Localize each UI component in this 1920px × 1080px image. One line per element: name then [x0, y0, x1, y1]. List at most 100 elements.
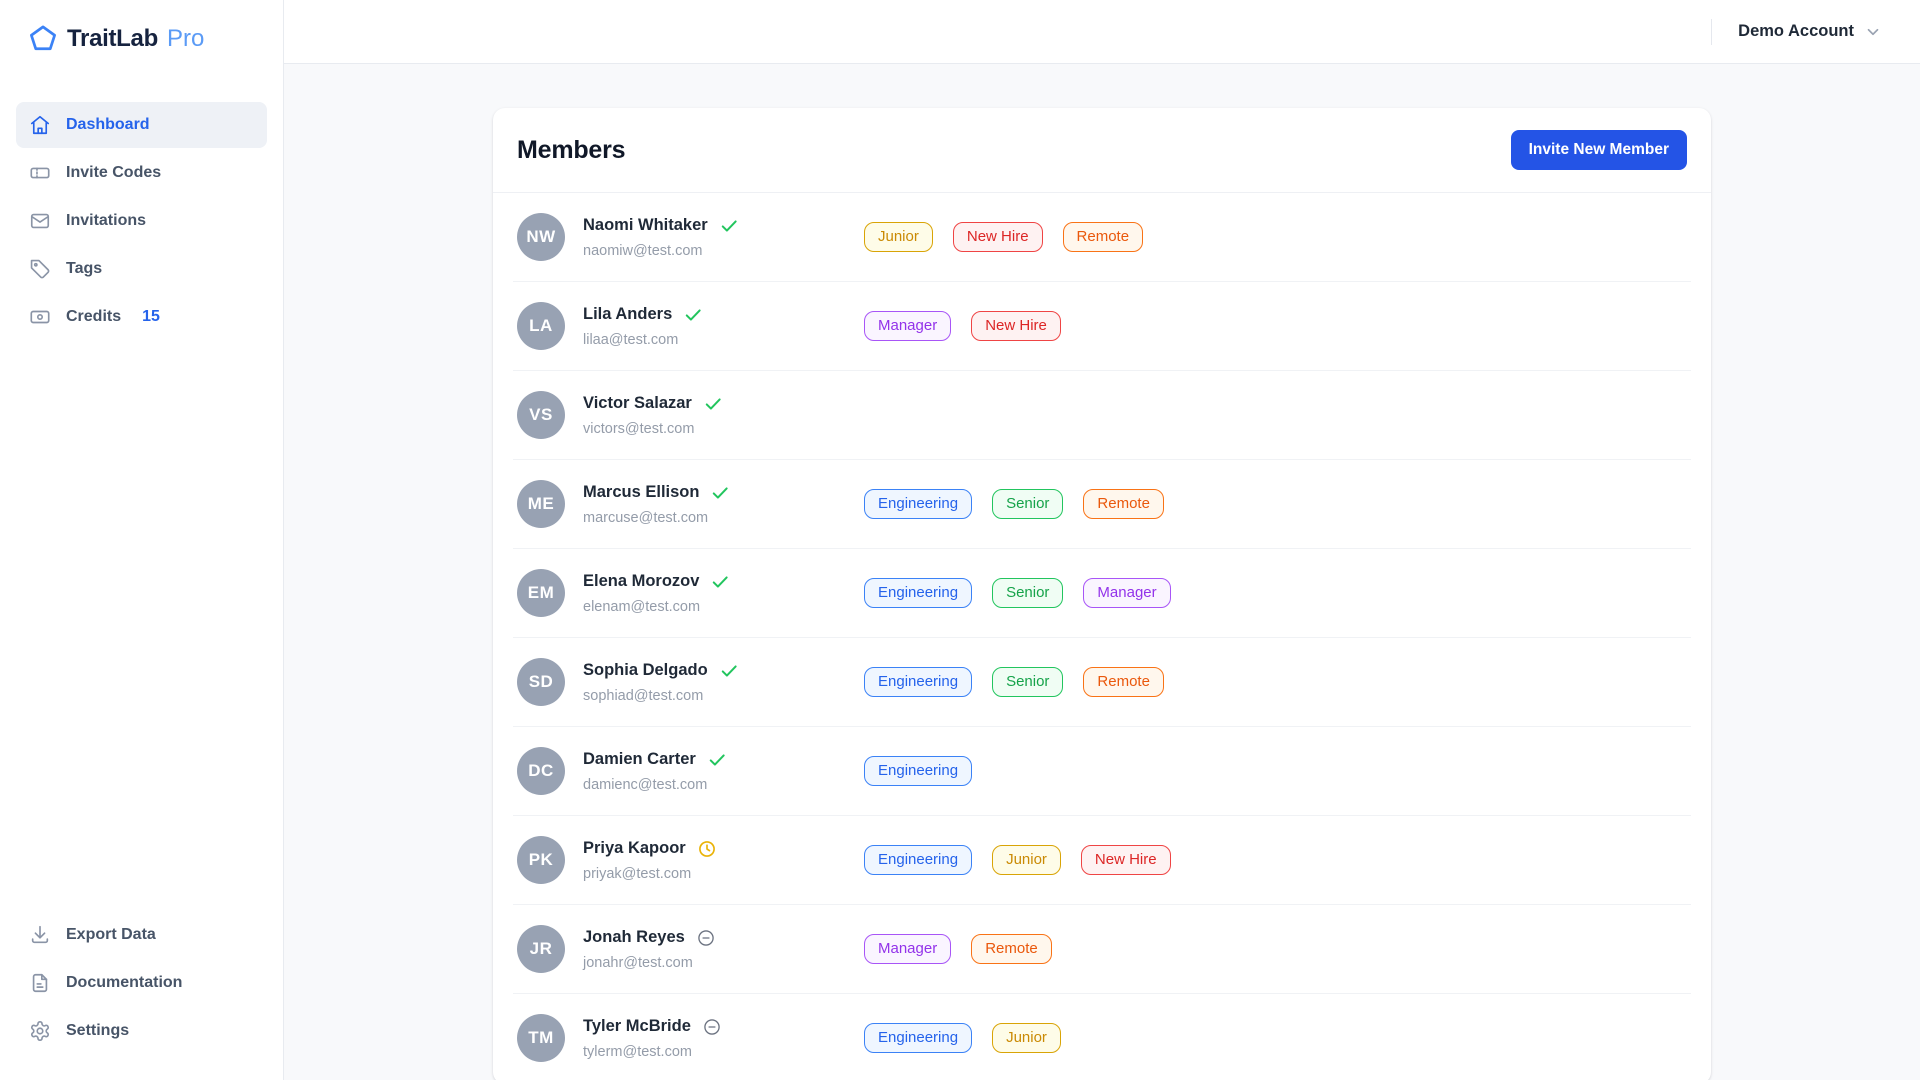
sidebar-item-invitations[interactable]: Invitations — [16, 198, 267, 244]
sidebar-item-invite-codes[interactable]: Invite Codes — [16, 150, 267, 196]
member-email: victors@test.com — [583, 421, 864, 437]
sidebar-item-label: Invite Codes — [66, 164, 161, 182]
member-email: sophiad@test.com — [583, 688, 864, 704]
sidebar-item-export-data[interactable]: Export Data — [16, 912, 267, 958]
avatar: TM — [517, 1014, 565, 1062]
avatar: EM — [517, 569, 565, 617]
topbar-divider — [1711, 19, 1712, 45]
member-name: Priya Kapoor — [583, 839, 686, 858]
sidebar-footer-nav: Export Data Documentation Settings — [0, 912, 283, 1080]
tag-badge-engineering: Engineering — [864, 845, 972, 876]
sidebar-item-label: Export Data — [66, 926, 156, 944]
member-row: MEMarcus Ellisonmarcuse@test.comEngineer… — [513, 459, 1691, 548]
member-row: SDSophia Delgadosophiad@test.comEngineer… — [513, 637, 1691, 726]
avatar: JR — [517, 925, 565, 973]
tag-badge-new-hire: New Hire — [971, 311, 1061, 342]
status-check-icon — [703, 394, 723, 414]
member-tags: EngineeringJuniorNew Hire — [864, 845, 1171, 876]
member-tags: EngineeringJunior — [864, 1023, 1061, 1054]
chevron-down-icon — [1864, 23, 1882, 41]
brand-suffix: Pro — [167, 25, 204, 53]
pentagon-logo-icon — [28, 24, 58, 54]
brand-name: TraitLab — [67, 25, 158, 53]
ticket-icon — [29, 162, 51, 184]
avatar: SD — [517, 658, 565, 706]
member-tags: Engineering — [864, 756, 972, 787]
avatar: PK — [517, 836, 565, 884]
tag-badge-senior: Senior — [992, 489, 1063, 520]
member-name: Victor Salazar — [583, 394, 692, 413]
member-list: NWNaomi Whitakernaomiw@test.comJuniorNew… — [493, 193, 1711, 1080]
member-email: naomiw@test.com — [583, 243, 864, 259]
member-email: lilaa@test.com — [583, 332, 864, 348]
invite-new-member-button[interactable]: Invite New Member — [1511, 130, 1687, 170]
tag-badge-manager: Manager — [864, 311, 951, 342]
member-name: Lila Anders — [583, 305, 672, 324]
sidebar-nav: Dashboard Invite Codes Invitations Tags Cred… — [0, 102, 283, 912]
cash-icon — [29, 306, 51, 328]
avatar: DC — [517, 747, 565, 795]
tag-badge-engineering: Engineering — [864, 578, 972, 609]
status-deactivated-icon — [696, 928, 716, 948]
status-check-icon — [707, 750, 727, 770]
sidebar-item-dashboard[interactable]: Dashboard — [16, 102, 267, 148]
content-area: Members Invite New Member NWNaomi Whitak… — [284, 64, 1920, 1080]
member-name: Damien Carter — [583, 750, 696, 769]
member-row: LA Lila Anders lilaa@test.comManager New Hi… — [513, 281, 1691, 370]
main-area: Demo Account Members Invite New Member N… — [284, 0, 1920, 1080]
tag-badge-senior: Senior — [992, 667, 1063, 698]
member-tags: Engineering Senior Remote — [864, 489, 1164, 520]
member-row: DCDamien Carterdamienc@test.comEngineeri… — [513, 726, 1691, 815]
tag-badge-remote: Remote — [971, 934, 1052, 965]
member-tags: ManagerRemote — [864, 934, 1052, 965]
tag-badge-junior: Junior — [864, 222, 933, 253]
sidebar-item-label: Invitations — [66, 212, 146, 230]
member-email: elenam@test.com — [583, 599, 864, 615]
member-email: jonahr@test.com — [583, 955, 864, 971]
sidebar-item-label: Settings — [66, 1022, 129, 1040]
tag-badge-manager: Manager — [1083, 578, 1170, 609]
home-icon — [29, 114, 51, 136]
brand-logo: TraitLab Pro — [0, 0, 283, 64]
member-email: tylerm@test.com — [583, 1044, 864, 1060]
member-row: VSVictor Salazarvictors@test.com — [513, 370, 1691, 459]
sidebar-item-settings[interactable]: Settings — [16, 1008, 267, 1054]
tag-badge-engineering: Engineering — [864, 489, 972, 520]
tag-badge-remote: Remote — [1083, 489, 1164, 520]
status-deactivated-icon — [702, 1017, 722, 1037]
sidebar-item-label: Tags — [66, 260, 102, 278]
sidebar-item-credits[interactable]: Credits 15 — [16, 294, 267, 340]
account-name: Demo Account — [1738, 22, 1854, 41]
status-check-icon — [683, 305, 703, 325]
tag-badge-new-hire: New Hire — [1081, 845, 1171, 876]
account-menu-button[interactable]: Demo Account — [1738, 22, 1882, 41]
tag-badge-junior: Junior — [992, 1023, 1061, 1054]
tag-badge-remote: Remote — [1063, 222, 1144, 253]
status-pending-clock-icon — [697, 839, 717, 859]
tag-badge-engineering: Engineering — [864, 756, 972, 787]
member-tags: EngineeringSeniorManager — [864, 578, 1171, 609]
member-row: TMTyler McBridetylerm@test.comEngineerin… — [513, 993, 1691, 1080]
member-tags: EngineeringSeniorRemote — [864, 667, 1164, 698]
member-tags: Junior New Hire Remote — [864, 222, 1143, 253]
gear-icon — [29, 1020, 51, 1042]
member-row: PKPriya Kapoorpriyak@test.comEngineering… — [513, 815, 1691, 904]
credits-count: 15 — [142, 308, 160, 326]
tag-badge-remote: Remote — [1083, 667, 1164, 698]
tag-badge-new-hire: New Hire — [953, 222, 1043, 253]
sidebar-item-tags[interactable]: Tags — [16, 246, 267, 292]
members-panel-header: Members Invite New Member — [493, 108, 1711, 193]
tag-icon — [29, 258, 51, 280]
member-row: JRJonah Reyesjonahr@test.comManagerRemot… — [513, 904, 1691, 993]
status-check-icon — [719, 216, 739, 236]
document-icon — [29, 972, 51, 994]
download-icon — [29, 924, 51, 946]
page-title: Members — [517, 136, 625, 165]
sidebar-item-label: Credits — [66, 308, 121, 326]
topbar: Demo Account — [284, 0, 1920, 64]
sidebar-item-documentation[interactable]: Documentation — [16, 960, 267, 1006]
status-check-icon — [710, 483, 730, 503]
sidebar-item-label: Dashboard — [66, 116, 150, 134]
avatar: LA — [517, 302, 565, 350]
member-row: EMElena Morozovelenam@test.comEngineerin… — [513, 548, 1691, 637]
